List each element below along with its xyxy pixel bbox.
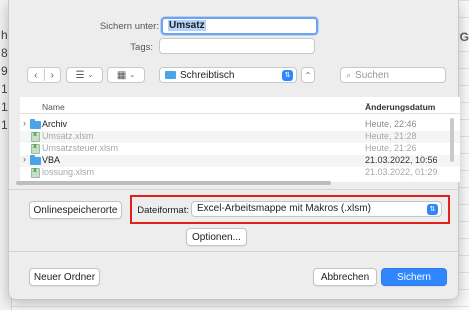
list-item-name: Umsatzsteuer.xlsm — [42, 143, 119, 153]
column-name[interactable]: Name — [42, 102, 65, 112]
list-item-date: 21.03.2022, 01:29 — [365, 167, 438, 177]
online-locations-button[interactable]: Onlinespeicherorte — [29, 201, 122, 219]
disclosure-icon[interactable]: › — [23, 154, 26, 164]
save-as-value: Umsatz — [168, 20, 206, 31]
chevron-down-icon: ⌄ — [87, 72, 94, 79]
list-item[interactable]: Umsatz.xlsm Heute, 21:28 — [20, 131, 460, 143]
excel-file-icon — [31, 143, 40, 154]
chevron-right-icon[interactable]: › — [44, 70, 60, 81]
list-item[interactable]: › Archiv Heute, 22:46 — [20, 118, 460, 131]
list-item-date: Heute, 21:26 — [365, 143, 417, 153]
list-header: Name Änderungsdatum — [20, 97, 460, 114]
search-icon: ⌕ — [346, 69, 352, 80]
list-item-name: Archiv — [42, 119, 68, 129]
tags-input[interactable] — [159, 38, 315, 54]
new-folder-button[interactable]: Neuer Ordner — [29, 268, 100, 286]
chevron-left-icon[interactable]: ‹ — [28, 70, 44, 81]
save-button[interactable]: Sichern — [381, 268, 447, 286]
row-label: h — [1, 28, 8, 42]
list-item-date: Heute, 22:46 — [365, 119, 417, 129]
divider — [9, 189, 460, 190]
stepper-icon: ⇅ — [427, 204, 438, 215]
list-item-name: lossung.xlsm — [42, 167, 95, 177]
list-item-date: 21.03.2022, 10:56 — [365, 155, 438, 165]
list-view-icon: ☰ — [75, 69, 85, 81]
folder-icon — [30, 119, 41, 129]
save-as-input[interactable]: Umsatz — [161, 17, 318, 35]
column-label: G — [459, 30, 469, 44]
search-placeholder: Suchen — [355, 69, 389, 81]
cancel-button[interactable]: Abbrechen — [313, 268, 377, 286]
file-format-label: Dateiformat: — [137, 205, 189, 216]
file-format-value: Excel-Arbeitsmappe mit Makros (.xlsm) — [197, 203, 371, 214]
tags-label: Tags: — [130, 42, 153, 53]
chevron-down-icon: ⌄ — [129, 72, 136, 79]
list-item-name: Umsatz.xlsm — [42, 131, 94, 141]
location-value: Schreibtisch — [180, 69, 235, 81]
vertical-scrollbar[interactable] — [450, 118, 454, 162]
list-item-name: VBA — [42, 155, 61, 165]
nav-back-forward[interactable]: ‹ › — [27, 67, 61, 83]
view-list-button[interactable]: ☰ ⌄ — [66, 67, 103, 83]
excel-file-icon — [31, 167, 40, 178]
column-date[interactable]: Änderungsdatum — [365, 102, 435, 112]
chevron-up-icon: ⌃ — [304, 70, 312, 80]
grid-view-icon: ▦ — [116, 69, 127, 81]
options-button[interactable]: Optionen... — [186, 228, 247, 246]
save-as-label: Sichern unter: — [99, 21, 159, 32]
list-item[interactable]: lossung.xlsm 21.03.2022, 01:29 — [20, 167, 460, 179]
file-format-popup[interactable]: Excel-Arbeitsmappe mit Makros (.xlsm) ⇅ — [191, 201, 442, 217]
list-item[interactable]: Umsatzsteuer.xlsm Heute, 21:26 — [20, 143, 460, 155]
row-label: 8 — [1, 46, 8, 60]
save-dialog: Sichern unter: Umsatz Tags: ‹ › ☰ ⌄ ▦ ⌄ Sc… — [8, 0, 460, 300]
stepper-icon: ⇅ — [282, 70, 293, 81]
folder-icon — [30, 155, 41, 165]
location-popup[interactable]: Schreibtisch ⇅ — [159, 67, 297, 83]
list-item-date: Heute, 21:28 — [365, 131, 417, 141]
search-input[interactable]: ⌕ Suchen — [340, 67, 446, 83]
folder-icon — [165, 71, 176, 79]
collapse-button[interactable]: ⌃ — [301, 67, 315, 83]
disclosure-icon[interactable]: › — [23, 118, 26, 128]
view-grid-button[interactable]: ▦ ⌄ — [107, 67, 145, 83]
excel-file-icon — [31, 131, 40, 142]
file-list[interactable]: Name Änderungsdatum › Archiv Heute, 22:4… — [20, 97, 460, 182]
row-label: 9 — [1, 64, 8, 78]
divider — [9, 251, 460, 252]
horizontal-scrollbar[interactable] — [16, 181, 331, 185]
list-item[interactable]: › VBA 21.03.2022, 10:56 — [20, 154, 460, 167]
